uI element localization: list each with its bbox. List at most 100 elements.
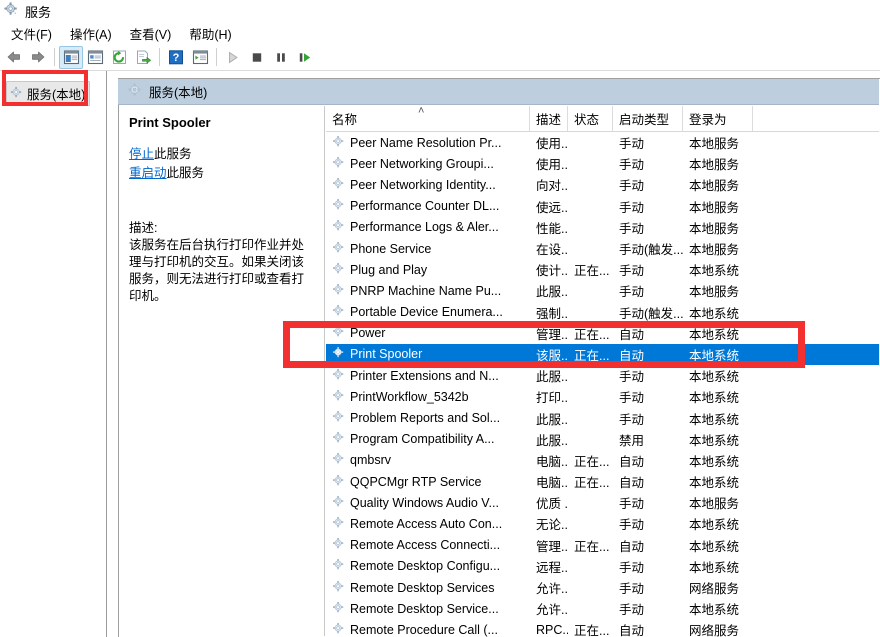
table-row[interactable]: Print Spooler该服...正在...自动本地系统 xyxy=(326,344,879,365)
service-startup-type-cell: 手动(触发... xyxy=(613,303,683,322)
service-logon-as-cell: 本地服务 xyxy=(683,218,753,237)
service-logon-as-cell: 本地系统 xyxy=(683,260,753,279)
service-name-cell: Phone Service xyxy=(326,241,530,257)
table-row[interactable]: Peer Networking Groupi...使用...手动本地服务 xyxy=(326,153,879,174)
table-row[interactable]: Remote Desktop Service...允许...手动本地系统 xyxy=(326,598,879,619)
refresh-icon[interactable] xyxy=(107,46,131,69)
menu-help[interactable]: 帮助(H) xyxy=(180,22,240,45)
help-icon[interactable]: ? xyxy=(164,46,188,69)
service-description-cell: RPC... xyxy=(530,623,568,637)
service-startup-type-cell: 自动 xyxy=(613,324,683,343)
table-row[interactable]: Peer Name Resolution Pr...使用...手动本地服务 xyxy=(326,132,879,153)
table-row[interactable]: Printer Extensions and N...此服...手动本地系统 xyxy=(326,365,879,386)
menu-view[interactable]: 查看(V) xyxy=(121,22,181,45)
service-startup-type-cell: 手动 xyxy=(613,260,683,279)
service-name-label: qmbsrv xyxy=(350,453,391,467)
service-name-cell: Power xyxy=(326,325,530,341)
service-startup-type-cell: 自动 xyxy=(613,451,683,470)
properties-icon[interactable] xyxy=(83,46,107,69)
export-list-icon[interactable] xyxy=(131,46,155,69)
table-row[interactable]: Performance Counter DL...使远...手动本地服务 xyxy=(326,196,879,217)
service-name-label: Phone Service xyxy=(350,242,431,256)
table-row[interactable]: qmbsrv电脑...正在...自动本地系统 xyxy=(326,450,879,471)
svg-text:?: ? xyxy=(173,52,180,64)
service-name-label: Remote Desktop Configu... xyxy=(350,559,500,573)
service-name-cell: Performance Logs & Aler... xyxy=(326,219,530,235)
service-name-label: PNRP Machine Name Pu... xyxy=(350,284,501,298)
table-row[interactable]: Quality Windows Audio V...优质 ...手动本地服务 xyxy=(326,492,879,513)
column-header-logon-as[interactable]: 登录为 xyxy=(683,106,753,131)
window-title: 服务 xyxy=(25,2,51,21)
gear-icon xyxy=(332,516,345,532)
table-row[interactable]: Portable Device Enumera...强制...手动(触发...本… xyxy=(326,302,879,323)
table-row[interactable]: PrintWorkflow_5342b打印...手动本地系统 xyxy=(326,386,879,407)
service-name-cell: Peer Name Resolution Pr... xyxy=(326,135,530,151)
table-row[interactable]: QQPCMgr RTP Service电脑...正在...自动本地系统 xyxy=(326,471,879,492)
service-logon-as-cell: 网络服务 xyxy=(683,620,753,637)
service-logon-as-cell: 本地系统 xyxy=(683,324,753,343)
menu-file[interactable]: 文件(F) xyxy=(2,22,61,45)
service-name-label: Problem Reports and Sol... xyxy=(350,411,500,425)
table-row[interactable]: Remote Procedure Call (...RPC...正在...自动网… xyxy=(326,619,879,637)
service-description-cell: 管理... xyxy=(530,324,568,343)
service-status-cell: 正在... xyxy=(568,324,613,343)
stop-service-icon[interactable] xyxy=(245,46,269,69)
service-name-label: Performance Counter DL... xyxy=(350,199,499,213)
column-header-name[interactable]: 名称 ˄ xyxy=(326,106,530,131)
show-hide-tree-icon[interactable] xyxy=(59,46,83,69)
service-logon-as-cell: 本地系统 xyxy=(683,430,753,449)
service-logon-as-cell: 本地系统 xyxy=(683,303,753,322)
table-row[interactable]: Remote Desktop Services允许...手动网络服务 xyxy=(326,577,879,598)
service-description-cell: 强制... xyxy=(530,303,568,322)
service-logon-as-cell: 本地服务 xyxy=(683,493,753,512)
table-row[interactable]: PNRP Machine Name Pu...此服...手动本地服务 xyxy=(326,280,879,301)
services-list-rows: Peer Name Resolution Pr...使用...手动本地服务Pee… xyxy=(326,132,879,637)
back-arrow-icon[interactable] xyxy=(2,46,26,69)
gear-icon xyxy=(332,346,345,362)
table-row[interactable]: Program Compatibility A...此服...禁用本地系统 xyxy=(326,429,879,450)
tree-node-services-local[interactable]: 服务(本地) xyxy=(6,81,90,106)
service-name-label: Plug and Play xyxy=(350,263,427,277)
toolbar-separator xyxy=(54,48,55,66)
forward-arrow-icon[interactable] xyxy=(26,46,50,69)
menu-action[interactable]: 操作(A) xyxy=(61,22,121,45)
service-name-cell: Plug and Play xyxy=(326,262,530,278)
list-view-icon[interactable] xyxy=(188,46,212,69)
service-logon-as-cell: 本地服务 xyxy=(683,197,753,216)
service-description-cell: 优质 ... xyxy=(530,493,568,512)
table-row[interactable]: Peer Networking Identity...向对...手动本地服务 xyxy=(326,174,879,195)
table-row[interactable]: Remote Access Connecti...管理...正在...自动本地系… xyxy=(326,535,879,556)
gear-icon xyxy=(10,86,23,102)
restart-service-link[interactable]: 重启动 xyxy=(129,166,167,180)
service-description-cell: 打印... xyxy=(530,387,568,406)
service-name-cell: Peer Networking Groupi... xyxy=(326,156,530,172)
restart-service-icon[interactable] xyxy=(293,46,317,69)
service-logon-as-cell: 本地服务 xyxy=(683,175,753,194)
service-startup-type-cell: 自动 xyxy=(613,536,683,555)
column-header-status[interactable]: 状态 xyxy=(568,106,613,131)
column-header-startup-type[interactable]: 启动类型 xyxy=(613,106,683,131)
service-name-cell: Problem Reports and Sol... xyxy=(326,410,530,426)
service-startup-type-cell: 手动 xyxy=(613,366,683,385)
service-name-label: Print Spooler xyxy=(350,347,422,361)
title-bar: 服务 xyxy=(0,0,880,22)
start-service-icon[interactable] xyxy=(221,46,245,69)
table-row[interactable]: Problem Reports and Sol...此服...手动本地系统 xyxy=(326,407,879,428)
stop-service-suffix: 此服务 xyxy=(154,147,192,161)
column-header-description[interactable]: 描述 xyxy=(530,106,568,131)
table-row[interactable]: Remote Desktop Configu...远程...手动本地系统 xyxy=(326,556,879,577)
table-row[interactable]: Power管理...正在...自动本地系统 xyxy=(326,323,879,344)
table-row[interactable]: Remote Access Auto Con...无论...手动本地系统 xyxy=(326,513,879,534)
service-name-cell: PrintWorkflow_5342b xyxy=(326,389,530,405)
service-name-cell: Remote Desktop Configu... xyxy=(326,558,530,574)
stop-service-link[interactable]: 停止 xyxy=(129,147,154,161)
service-name-label: QQPCMgr RTP Service xyxy=(350,475,482,489)
service-name-cell: Print Spooler xyxy=(326,346,530,362)
pause-service-icon[interactable] xyxy=(269,46,293,69)
table-row[interactable]: Phone Service在设...手动(触发...本地服务 xyxy=(326,238,879,259)
table-row[interactable]: Plug and Play使计...正在...手动本地系统 xyxy=(326,259,879,280)
table-row[interactable]: Performance Logs & Aler...性能...手动本地服务 xyxy=(326,217,879,238)
service-name-cell: Remote Access Connecti... xyxy=(326,537,530,553)
service-description-cell: 此服... xyxy=(530,430,568,449)
service-startup-type-cell: 自动 xyxy=(613,472,683,491)
